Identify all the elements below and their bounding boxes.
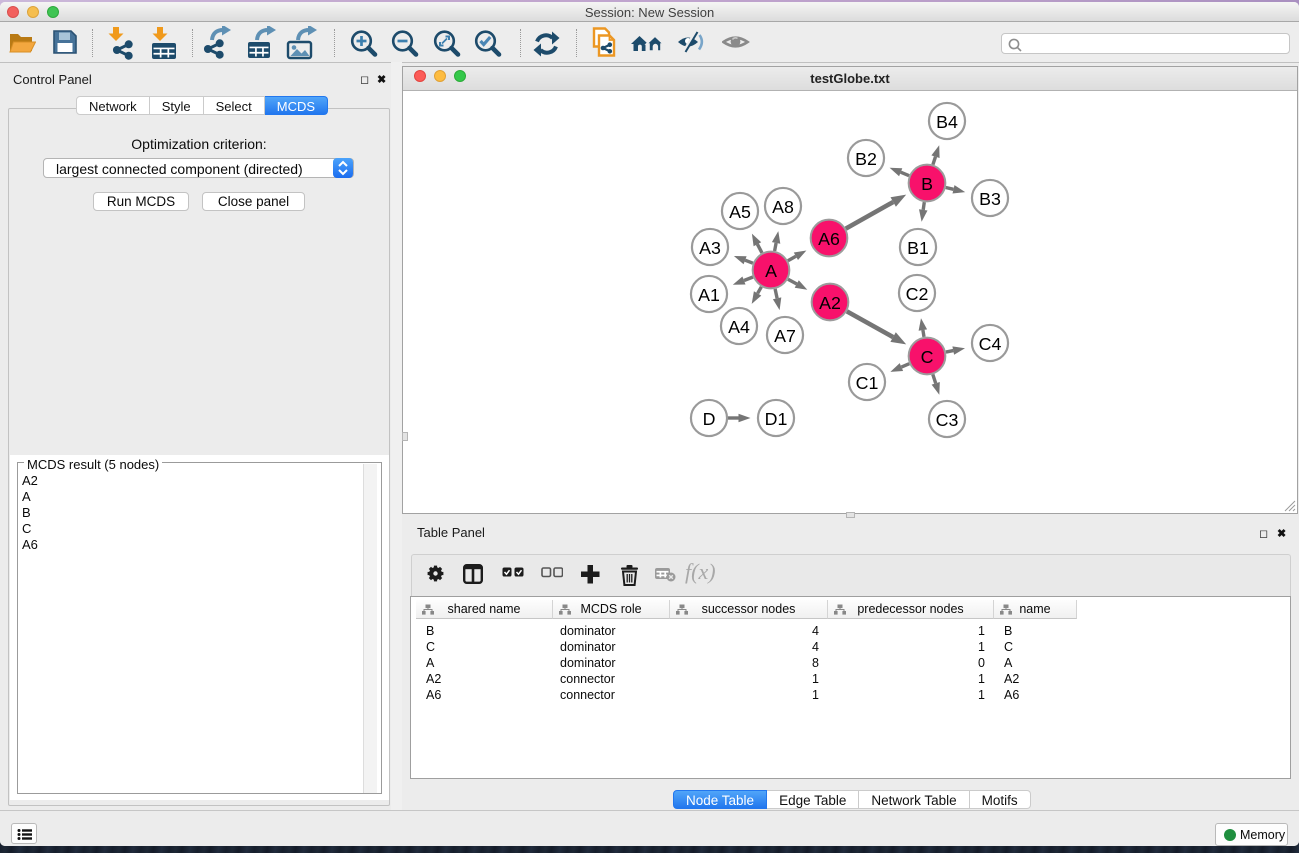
svg-text:B: B [921,174,933,194]
svg-text:A4: A4 [728,317,750,337]
svg-text:A8: A8 [772,197,794,217]
svg-text:B2: B2 [855,149,877,169]
svg-text:A: A [765,261,777,281]
svg-text:A2: A2 [819,293,841,313]
svg-text:C4: C4 [979,334,1002,354]
svg-text:C1: C1 [856,373,879,393]
svg-text:D: D [703,409,716,429]
svg-text:A3: A3 [699,238,721,258]
svg-text:B3: B3 [979,189,1001,209]
svg-text:C3: C3 [936,410,959,430]
svg-text:B1: B1 [907,238,929,258]
svg-text:A7: A7 [774,326,796,346]
svg-text:D1: D1 [765,409,788,429]
svg-text:C: C [921,347,934,367]
svg-text:A5: A5 [729,202,751,222]
svg-text:A6: A6 [818,229,840,249]
svg-text:B4: B4 [936,112,958,132]
svg-text:C2: C2 [906,284,929,304]
svg-text:A1: A1 [698,285,720,305]
